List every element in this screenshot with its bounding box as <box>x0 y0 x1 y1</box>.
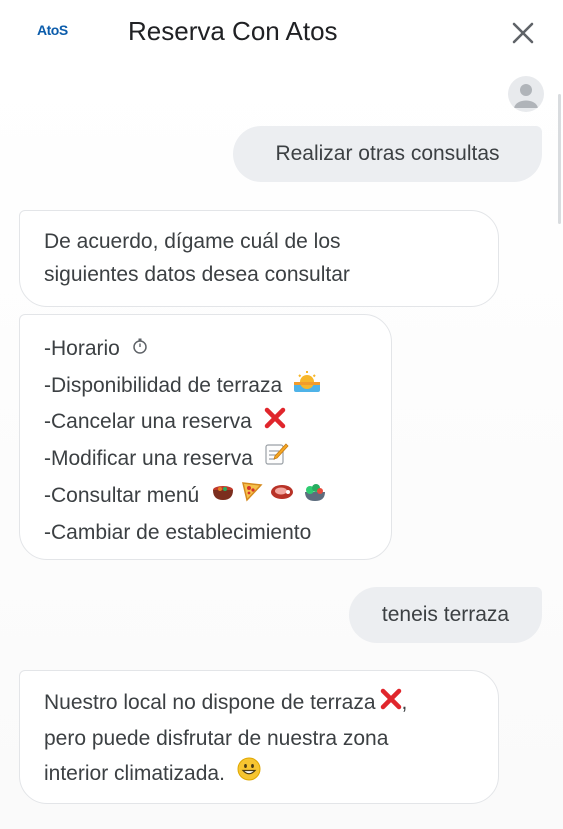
pot-of-food-icon <box>211 478 235 515</box>
atos-logo: AtoS <box>37 22 68 38</box>
close-icon[interactable] <box>508 18 538 48</box>
bot-message-line: interior climatizada. <box>44 756 474 792</box>
bot-message-line: Nuestro local no dispone de terraza , <box>44 685 474 721</box>
option-cancelar: -Cancelar una reserva <box>44 404 367 441</box>
option-modificar: -Modificar una reserva <box>44 441 367 478</box>
user-message-text: teneis terraza <box>381 603 510 626</box>
chat-transcript[interactable]: Realizar otras consultas De acuerdo, díg… <box>0 64 563 829</box>
option-label: -Disponibilidad de terraza <box>44 373 283 397</box>
user-message: Realizar otras consultas <box>233 126 542 182</box>
user-message-text: Realizar otras consultas <box>275 142 500 165</box>
bot-message-text: Nuestro local no dispone de terraza <box>44 691 376 714</box>
options-message: -Horario -Disponibilidad de terraza -Can… <box>19 314 392 560</box>
bot-message-line: De acuerdo, dígame cuál de los <box>44 230 341 253</box>
salad-icon <box>303 478 327 515</box>
user-avatar-icon <box>508 76 544 112</box>
cross-mark-icon <box>264 405 286 442</box>
meat-icon <box>269 478 295 515</box>
grinning-face-icon <box>237 757 261 792</box>
option-terraza: -Disponibilidad de terraza <box>44 368 367 405</box>
option-label: -Horario <box>44 337 120 360</box>
option-label: -Cancelar una reserva <box>44 410 252 434</box>
pizza-icon <box>241 478 263 515</box>
bot-message-line: pero puede disfrutar de nuestra zona <box>44 726 389 750</box>
user-message: teneis terraza <box>349 587 542 643</box>
scrollbar[interactable] <box>558 94 561 224</box>
option-label: -Modificar una reserva <box>44 447 253 471</box>
bot-message: Nuestro local no dispone de terraza , pe… <box>19 670 499 804</box>
memo-icon <box>265 441 289 478</box>
chat-header: AtoS Reserva Con Atos <box>0 0 563 64</box>
option-horario: -Horario <box>44 331 367 368</box>
bot-message-line: siguientes datos desea consultar <box>44 263 350 286</box>
cross-mark-icon <box>380 686 402 721</box>
option-cambiar: -Cambiar de establecimiento <box>44 515 367 552</box>
option-label: -Cambiar de establecimiento <box>44 520 312 544</box>
bot-message-text: interior climatizada. <box>44 761 225 785</box>
chat-title: Reserva Con Atos <box>128 16 338 46</box>
bot-message-suffix: , <box>401 691 408 714</box>
bot-message: De acuerdo, dígame cuál de los siguiente… <box>19 210 499 307</box>
option-menu: -Consultar menú <box>44 478 367 515</box>
stopwatch-icon <box>132 331 148 368</box>
sunrise-icon <box>293 368 320 405</box>
option-label: -Consultar menú <box>44 483 200 507</box>
